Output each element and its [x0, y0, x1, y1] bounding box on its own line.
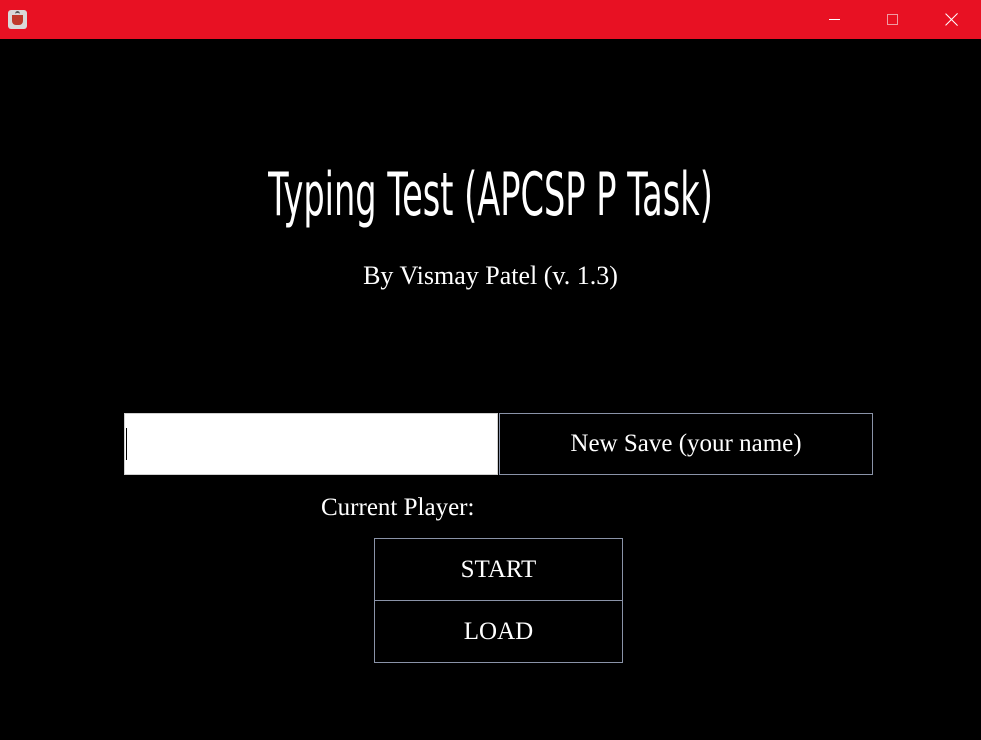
minimize-button[interactable]: [805, 0, 863, 39]
maximize-button[interactable]: [863, 0, 921, 39]
close-button[interactable]: [922, 0, 980, 39]
maximize-icon: [887, 14, 898, 25]
new-save-button[interactable]: New Save (your name): [499, 413, 873, 475]
cup-shape: [12, 15, 23, 25]
text-caret: [126, 428, 127, 460]
load-label: LOAD: [463, 617, 534, 645]
java-cup-icon[interactable]: [8, 10, 27, 29]
start-button[interactable]: START: [374, 538, 623, 601]
player-name-input[interactable]: [124, 413, 498, 475]
close-icon: [944, 12, 959, 27]
author-subtitle: By Vismay Patel (v. 1.3): [363, 261, 618, 290]
page-title: Typing Test (APCSP P Task): [268, 160, 713, 230]
app-window: Typing Test (APCSP P Task) By Vismay Pat…: [0, 0, 981, 740]
start-label: START: [460, 555, 537, 583]
current-player-label: Current Player:: [321, 494, 475, 521]
load-button[interactable]: LOAD: [374, 600, 623, 663]
new-save-label: New Save (your name): [570, 430, 802, 457]
title-bar[interactable]: [0, 0, 981, 39]
minimize-icon: [829, 19, 840, 20]
